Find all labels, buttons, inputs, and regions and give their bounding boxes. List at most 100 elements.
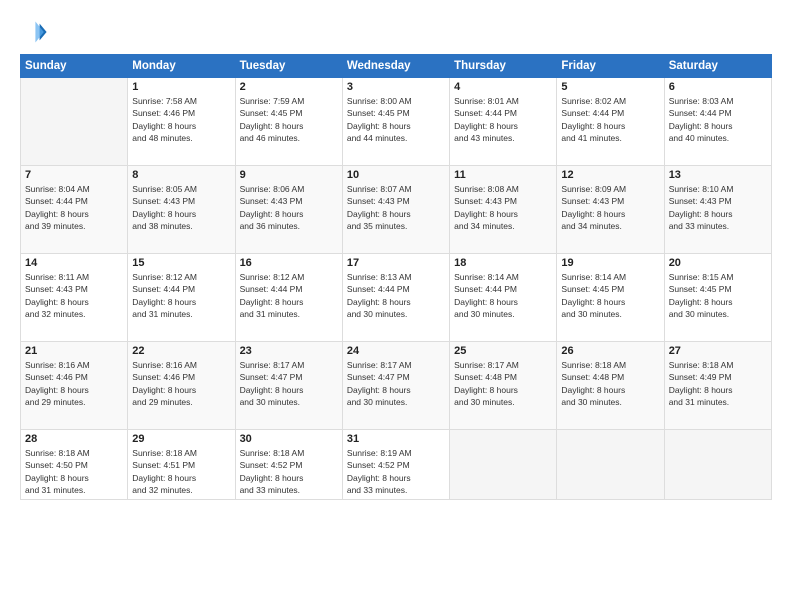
day-number: 3 <box>347 81 445 93</box>
calendar-cell: 12 Sunrise: 8:09 AM Sunset: 4:43 PM Dayli… <box>557 166 664 254</box>
day-content: Sunrise: 8:16 AM Sunset: 4:46 PM Dayligh… <box>132 359 230 408</box>
calendar-cell: 8 Sunrise: 8:05 AM Sunset: 4:43 PM Daylig… <box>128 166 235 254</box>
calendar-cell: 9Sunrise: 8:06 AM Sunset: 4:43 PM Daylig… <box>235 166 342 254</box>
logo-icon <box>20 18 48 46</box>
day-number: 15 <box>132 257 230 269</box>
day-content: Sunrise: 8:18 AM Sunset: 4:49 PM Dayligh… <box>669 359 767 408</box>
calendar-cell <box>450 430 557 500</box>
calendar-cell: 20Sunrise: 8:15 AM Sunset: 4:45 PM Dayli… <box>664 254 771 342</box>
day-content: Sunrise: 8:12 AM Sunset: 4:44 PM Dayligh… <box>240 271 338 320</box>
calendar-cell: 21 Sunrise: 8:16 AM Sunset: 4:46 PM Dayli… <box>21 342 128 430</box>
calendar-cell: 17Sunrise: 8:13 AM Sunset: 4:44 PM Dayli… <box>342 254 449 342</box>
day-number: 9 <box>240 169 338 181</box>
day-content: Sunrise: 8:02 AM Sunset: 4:44 PM Dayligh… <box>561 95 659 144</box>
calendar-cell: 2 Sunrise: 7:59 AM Sunset: 4:45 PM Daylig… <box>235 78 342 166</box>
calendar-cell: 23 Sunrise: 8:17 AM Sunset: 4:47 PM Dayli… <box>235 342 342 430</box>
calendar-cell: 29 Sunrise: 8:18 AM Sunset: 4:51 PM Dayli… <box>128 430 235 500</box>
day-number: 27 <box>669 345 767 357</box>
day-content: Sunrise: 8:18 AM Sunset: 4:51 PM Dayligh… <box>132 447 230 496</box>
day-content: Sunrise: 8:01 AM Sunset: 4:44 PM Dayligh… <box>454 95 552 144</box>
calendar-cell: 22 Sunrise: 8:16 AM Sunset: 4:46 PM Dayli… <box>128 342 235 430</box>
day-number: 6 <box>669 81 767 93</box>
calendar-cell: 11Sunrise: 8:08 AM Sunset: 4:43 PM Dayli… <box>450 166 557 254</box>
calendar-cell: 13 Sunrise: 8:10 AM Sunset: 4:43 PM Dayli… <box>664 166 771 254</box>
day-content: Sunrise: 8:05 AM Sunset: 4:43 PM Dayligh… <box>132 183 230 232</box>
calendar-cell: 6 Sunrise: 8:03 AM Sunset: 4:44 PM Daylig… <box>664 78 771 166</box>
calendar-cell: 31 Sunrise: 8:19 AM Sunset: 4:52 PM Dayli… <box>342 430 449 500</box>
day-number: 17 <box>347 257 445 269</box>
day-number: 25 <box>454 345 552 357</box>
day-content: Sunrise: 8:09 AM Sunset: 4:43 PM Dayligh… <box>561 183 659 232</box>
day-number: 20 <box>669 257 767 269</box>
calendar-cell: 27 Sunrise: 8:18 AM Sunset: 4:49 PM Dayli… <box>664 342 771 430</box>
day-content: Sunrise: 8:10 AM Sunset: 4:43 PM Dayligh… <box>669 183 767 232</box>
day-content: Sunrise: 8:07 AM Sunset: 4:43 PM Dayligh… <box>347 183 445 232</box>
day-number: 18 <box>454 257 552 269</box>
calendar-cell: 5 Sunrise: 8:02 AM Sunset: 4:44 PM Daylig… <box>557 78 664 166</box>
day-number: 21 <box>25 345 123 357</box>
weekday-header-sunday: Sunday <box>21 55 128 78</box>
calendar-cell: 10 Sunrise: 8:07 AM Sunset: 4:43 PM Dayli… <box>342 166 449 254</box>
weekday-header-saturday: Saturday <box>664 55 771 78</box>
weekday-header-wednesday: Wednesday <box>342 55 449 78</box>
day-content: Sunrise: 8:03 AM Sunset: 4:44 PM Dayligh… <box>669 95 767 144</box>
day-number: 8 <box>132 169 230 181</box>
day-content: Sunrise: 8:18 AM Sunset: 4:50 PM Dayligh… <box>25 447 123 496</box>
calendar-week-row: 14Sunrise: 8:11 AM Sunset: 4:43 PM Dayli… <box>21 254 772 342</box>
day-content: Sunrise: 8:04 AM Sunset: 4:44 PM Dayligh… <box>25 183 123 232</box>
day-number: 29 <box>132 433 230 445</box>
day-content: Sunrise: 8:19 AM Sunset: 4:52 PM Dayligh… <box>347 447 445 496</box>
day-number: 28 <box>25 433 123 445</box>
day-content: Sunrise: 8:14 AM Sunset: 4:44 PM Dayligh… <box>454 271 552 320</box>
day-number: 16 <box>240 257 338 269</box>
logo <box>20 18 52 46</box>
day-number: 1 <box>132 81 230 93</box>
day-content: Sunrise: 8:18 AM Sunset: 4:52 PM Dayligh… <box>240 447 338 496</box>
calendar-cell: 26Sunrise: 8:18 AM Sunset: 4:48 PM Dayli… <box>557 342 664 430</box>
day-number: 7 <box>25 169 123 181</box>
day-content: Sunrise: 8:16 AM Sunset: 4:46 PM Dayligh… <box>25 359 123 408</box>
calendar-cell: 15 Sunrise: 8:12 AM Sunset: 4:44 PM Dayli… <box>128 254 235 342</box>
day-number: 10 <box>347 169 445 181</box>
day-content: Sunrise: 8:14 AM Sunset: 4:45 PM Dayligh… <box>561 271 659 320</box>
day-content: Sunrise: 8:12 AM Sunset: 4:44 PM Dayligh… <box>132 271 230 320</box>
calendar-cell: 19 Sunrise: 8:14 AM Sunset: 4:45 PM Dayli… <box>557 254 664 342</box>
calendar-week-row: 7 Sunrise: 8:04 AM Sunset: 4:44 PM Daylig… <box>21 166 772 254</box>
day-number: 12 <box>561 169 659 181</box>
day-number: 2 <box>240 81 338 93</box>
calendar-cell <box>557 430 664 500</box>
weekday-header-tuesday: Tuesday <box>235 55 342 78</box>
calendar-week-row: 1 Sunrise: 7:58 AM Sunset: 4:46 PM Daylig… <box>21 78 772 166</box>
day-content: Sunrise: 8:17 AM Sunset: 4:47 PM Dayligh… <box>347 359 445 408</box>
calendar-cell: 30Sunrise: 8:18 AM Sunset: 4:52 PM Dayli… <box>235 430 342 500</box>
calendar-cell: 14Sunrise: 8:11 AM Sunset: 4:43 PM Dayli… <box>21 254 128 342</box>
weekday-header-friday: Friday <box>557 55 664 78</box>
day-content: Sunrise: 7:59 AM Sunset: 4:45 PM Dayligh… <box>240 95 338 144</box>
day-content: Sunrise: 8:00 AM Sunset: 4:45 PM Dayligh… <box>347 95 445 144</box>
calendar-cell: 18 Sunrise: 8:14 AM Sunset: 4:44 PM Dayli… <box>450 254 557 342</box>
day-number: 24 <box>347 345 445 357</box>
day-number: 13 <box>669 169 767 181</box>
day-content: Sunrise: 8:17 AM Sunset: 4:48 PM Dayligh… <box>454 359 552 408</box>
weekday-header-thursday: Thursday <box>450 55 557 78</box>
day-number: 22 <box>132 345 230 357</box>
day-number: 31 <box>347 433 445 445</box>
calendar-week-row: 28 Sunrise: 8:18 AM Sunset: 4:50 PM Dayli… <box>21 430 772 500</box>
calendar-cell: 4Sunrise: 8:01 AM Sunset: 4:44 PM Daylig… <box>450 78 557 166</box>
day-content: Sunrise: 8:11 AM Sunset: 4:43 PM Dayligh… <box>25 271 123 320</box>
day-number: 23 <box>240 345 338 357</box>
calendar-cell: 28 Sunrise: 8:18 AM Sunset: 4:50 PM Dayli… <box>21 430 128 500</box>
weekday-header-row: SundayMondayTuesdayWednesdayThursdayFrid… <box>21 55 772 78</box>
calendar-cell: 25 Sunrise: 8:17 AM Sunset: 4:48 PM Dayli… <box>450 342 557 430</box>
day-number: 5 <box>561 81 659 93</box>
calendar-week-row: 21 Sunrise: 8:16 AM Sunset: 4:46 PM Dayli… <box>21 342 772 430</box>
day-content: Sunrise: 8:17 AM Sunset: 4:47 PM Dayligh… <box>240 359 338 408</box>
day-content: Sunrise: 7:58 AM Sunset: 4:46 PM Dayligh… <box>132 95 230 144</box>
calendar-cell: 24 Sunrise: 8:17 AM Sunset: 4:47 PM Dayli… <box>342 342 449 430</box>
calendar-cell <box>21 78 128 166</box>
day-number: 19 <box>561 257 659 269</box>
calendar-cell: 1 Sunrise: 7:58 AM Sunset: 4:46 PM Daylig… <box>128 78 235 166</box>
day-content: Sunrise: 8:08 AM Sunset: 4:43 PM Dayligh… <box>454 183 552 232</box>
header <box>20 18 772 46</box>
day-number: 26 <box>561 345 659 357</box>
